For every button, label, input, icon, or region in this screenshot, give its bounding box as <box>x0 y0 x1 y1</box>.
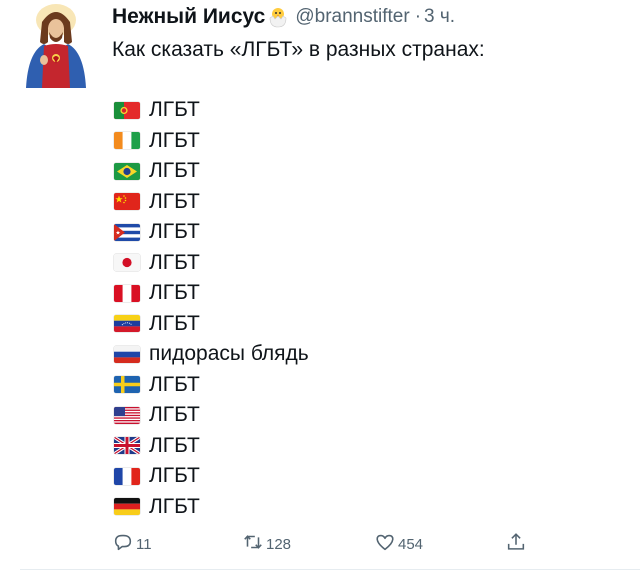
line-text: ЛГБТ <box>149 189 200 213</box>
author-name[interactable]: Нежный Иисус <box>112 5 265 29</box>
list-item: ЛГБТ <box>114 156 309 187</box>
tweet-actions: 11 128 454 <box>112 531 532 557</box>
list-item: ЛГБТ <box>114 95 309 126</box>
retweet-button[interactable]: 128 <box>242 531 291 557</box>
brazil-flag-icon <box>114 162 140 180</box>
line-text: ЛГБТ <box>149 98 200 122</box>
heart-icon <box>374 531 396 558</box>
tweet-time[interactable]: 3 ч. <box>424 6 455 28</box>
line-text: пидорасы блядь <box>149 342 309 366</box>
separator-dot: · <box>414 6 422 27</box>
tweet-intro: Как сказать «ЛГБТ» в разных странах: <box>112 38 485 61</box>
retweet-icon <box>242 531 264 558</box>
france-flag-icon <box>114 467 140 485</box>
avatar[interactable] <box>20 2 92 88</box>
list-item: ЛГБТ <box>114 187 309 218</box>
share-icon <box>505 531 527 558</box>
line-text: ЛГБТ <box>149 403 200 427</box>
sweden-flag-icon <box>114 376 140 394</box>
line-text: ЛГБТ <box>149 281 200 305</box>
list-item: ЛГБТ <box>114 400 309 431</box>
reply-icon <box>112 531 134 558</box>
list-item: ЛГБТ <box>114 309 309 340</box>
like-button[interactable]: 454 <box>374 531 423 557</box>
list-item: ЛГБТ <box>114 492 309 523</box>
list-item: ЛГБТ <box>114 248 309 279</box>
tweet: Нежный Иисус @brannstifter · 3 ч. Как ск… <box>0 0 640 573</box>
hatching-chick-emoji-icon <box>267 6 289 28</box>
japan-flag-icon <box>114 254 140 272</box>
usa-flag-icon <box>114 406 140 424</box>
line-text: ЛГБТ <box>149 372 200 396</box>
reply-button[interactable]: 11 <box>112 531 152 557</box>
author-handle[interactable]: @brannstifter <box>295 6 409 28</box>
germany-flag-icon <box>114 498 140 516</box>
china-flag-icon <box>114 193 140 211</box>
list-item: ЛГБТ <box>114 431 309 462</box>
list-item: ЛГБТ <box>114 217 309 248</box>
list-item: пидорасы блядь <box>114 339 309 370</box>
retweet-count: 128 <box>266 535 292 553</box>
flag-list: ЛГБТ ЛГБТ ЛГБТ ЛГБТ ЛГБТ ЛГБТ ЛГБТ ЛГБТ … <box>114 95 309 522</box>
reply-count: 11 <box>136 535 152 553</box>
list-item: ЛГБТ <box>114 370 309 401</box>
line-text: ЛГБТ <box>149 494 200 518</box>
divider <box>20 569 640 570</box>
line-text: ЛГБТ <box>149 159 200 183</box>
venezuela-flag-icon <box>114 315 140 333</box>
line-text: ЛГБТ <box>149 250 200 274</box>
like-count: 454 <box>398 535 424 553</box>
peru-flag-icon <box>114 284 140 302</box>
cuba-flag-icon <box>114 223 140 241</box>
list-item: ЛГБТ <box>114 126 309 157</box>
list-item: ЛГБТ <box>114 461 309 492</box>
line-text: ЛГБТ <box>149 128 200 152</box>
ivory-coast-flag-icon <box>114 132 140 150</box>
list-item: ЛГБТ <box>114 278 309 309</box>
portugal-flag-icon <box>114 101 140 119</box>
line-text: ЛГБТ <box>149 220 200 244</box>
line-text: ЛГБТ <box>149 311 200 335</box>
russia-flag-icon <box>114 345 140 363</box>
share-button[interactable] <box>505 531 527 557</box>
tweet-header: Нежный Иисус @brannstifter · 3 ч. <box>112 4 455 30</box>
line-text: ЛГБТ <box>149 433 200 457</box>
line-text: ЛГБТ <box>149 464 200 488</box>
uk-flag-icon <box>114 437 140 455</box>
